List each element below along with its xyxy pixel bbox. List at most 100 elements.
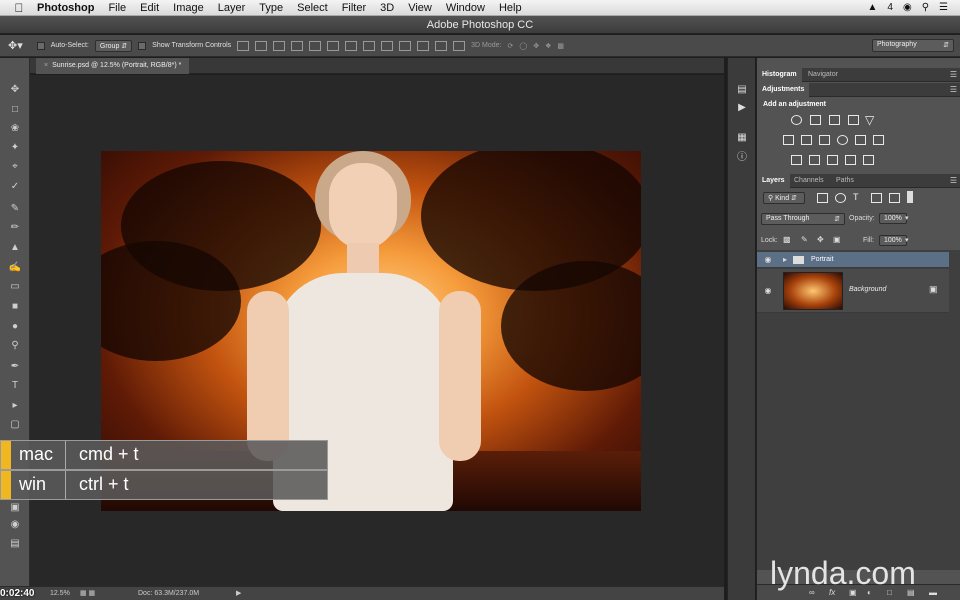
curves-icon[interactable] (829, 115, 840, 125)
auto-select-checkbox[interactable] (36, 41, 45, 50)
black-white-icon[interactable] (819, 135, 830, 145)
blend-mode-dropdown[interactable]: Pass Through ⇵ (761, 213, 845, 225)
filter-smart-object-icon[interactable] (889, 193, 900, 203)
filter-adjustment-icon[interactable] (835, 193, 846, 203)
distribute-top-icon[interactable] (345, 40, 358, 51)
3d-roll-icon[interactable]: ◯ (519, 42, 527, 50)
panel-menu-icon[interactable]: ☰ (950, 176, 957, 185)
path-select-tool-icon[interactable]: ▸ (5, 398, 25, 414)
expand-arrow-icon[interactable]: ▸ (783, 255, 787, 264)
menu-image[interactable]: Image (166, 0, 211, 16)
status-icon[interactable]: ▦ ▦ (80, 589, 95, 597)
panel-menu-icon[interactable]: ☰ (950, 85, 957, 94)
screen-mode-icon[interactable]: ▤ (5, 536, 25, 552)
visibility-eye-icon[interactable]: ◉ (763, 256, 773, 264)
align-middle-icon[interactable] (255, 40, 268, 51)
shape-tool-icon[interactable]: ▢ (5, 417, 25, 433)
workspace-dropdown[interactable]: Photography ⇵ (872, 39, 954, 52)
type-tool-icon[interactable]: T (5, 378, 25, 394)
align-top-icon[interactable] (237, 40, 250, 51)
stamp-tool-icon[interactable]: ▲ (5, 240, 25, 256)
menu-select[interactable]: Select (290, 0, 335, 16)
info-icon[interactable]: ⓘ (735, 152, 749, 164)
menu-help[interactable]: Help (492, 0, 529, 16)
menu-edit[interactable]: Edit (133, 0, 166, 16)
history-icon[interactable]: ▤ (735, 84, 749, 96)
auto-align-icon[interactable] (453, 40, 466, 51)
posterize-icon[interactable] (809, 155, 820, 165)
photo-filter-icon[interactable] (837, 135, 848, 145)
distribute-right-icon[interactable] (435, 40, 448, 51)
distribute-bottom-icon[interactable] (381, 40, 394, 51)
gradient-tool-icon[interactable]: ■ (5, 299, 25, 315)
opacity-field[interactable]: 100% (879, 213, 907, 224)
layer-filter-dropdown[interactable]: ⚲ Kind ⇵ (763, 192, 805, 204)
menu-window[interactable]: Window (439, 0, 492, 16)
marquee-tool-icon[interactable]: □ (5, 102, 25, 118)
layer-row-background[interactable]: ◉ Background ▣ (757, 269, 949, 313)
menu-filter[interactable]: Filter (335, 0, 373, 16)
tab-layers[interactable]: Layers (757, 174, 790, 188)
quick-mask-icon[interactable]: ◉ (5, 517, 25, 533)
lock-pixels-icon[interactable]: ✎ (801, 235, 808, 244)
move-tool-icon[interactable]: ✥▾ (8, 39, 23, 52)
list-icon[interactable]: ☰ (939, 2, 948, 13)
color-lookup-icon[interactable] (873, 135, 884, 145)
history-brush-tool-icon[interactable]: ✍ (5, 260, 25, 276)
search-icon[interactable]: ⚲ (922, 2, 929, 13)
hue-saturation-icon[interactable] (783, 135, 794, 145)
selective-color-icon[interactable] (845, 155, 856, 165)
brush-tool-icon[interactable]: ✏ (5, 220, 25, 236)
menu-type[interactable]: Type (252, 0, 290, 16)
filter-toggle[interactable] (907, 191, 913, 203)
healing-tool-icon[interactable]: ✎ (5, 201, 25, 217)
eraser-tool-icon[interactable]: ▭ (5, 279, 25, 295)
quick-select-tool-icon[interactable]: ✦ (5, 140, 25, 156)
menu-3d[interactable]: 3D (373, 0, 401, 16)
menu-app[interactable]: Photoshop (30, 0, 101, 16)
show-transform-checkbox[interactable] (138, 41, 147, 50)
levels-icon[interactable] (810, 115, 821, 125)
menu-file[interactable]: File (101, 0, 133, 16)
auto-select-dropdown[interactable]: Group ⇵ (94, 39, 133, 52)
lock-position-icon[interactable]: ✥ (817, 235, 824, 244)
align-right-icon[interactable] (327, 40, 340, 51)
trash-icon[interactable]: ▬ (929, 588, 937, 597)
adobe-icon[interactable]: ▲ (868, 2, 878, 13)
lock-transparent-icon[interactable]: ▩ (783, 235, 791, 244)
color-swatch-icon[interactable]: ▣ (5, 500, 25, 516)
document-tab[interactable]: × Sunrise.psd @ 12.5% (Portrait, RGB/8*) … (36, 58, 190, 74)
3d-drag-icon[interactable]: ✥ (533, 42, 539, 50)
menu-view[interactable]: View (401, 0, 439, 16)
invert-icon[interactable] (791, 155, 802, 165)
threshold-icon[interactable] (827, 155, 838, 165)
pen-tool-icon[interactable]: ✒ (5, 359, 25, 375)
gradient-map-icon[interactable] (863, 155, 874, 165)
zoom-level[interactable]: 12.5% (50, 590, 70, 597)
filter-shape-icon[interactable] (871, 193, 882, 203)
crop-tool-icon[interactable]: ⌖ (5, 159, 25, 175)
filter-type-icon[interactable]: T (853, 192, 859, 202)
opacity-slider-arrow-icon[interactable]: ▾ (905, 214, 909, 222)
eyedropper-tool-icon[interactable]: ✓ (5, 179, 25, 195)
layer-name[interactable]: Background (849, 286, 886, 293)
tab-channels[interactable]: Channels (789, 174, 829, 188)
layer-row-portrait[interactable]: ◉ ▸ Portrait (757, 252, 949, 268)
tab-adjustments[interactable]: Adjustments (757, 83, 810, 97)
fill-field[interactable]: 100% (879, 235, 907, 246)
distribute-middle-icon[interactable] (363, 40, 376, 51)
layer-name[interactable]: Portrait (811, 256, 834, 263)
tab-navigator[interactable]: Navigator (803, 68, 843, 82)
close-icon[interactable]: × (44, 62, 48, 69)
move-tool-icon[interactable]: ✥ (5, 82, 25, 98)
filter-pixel-icon[interactable] (817, 193, 828, 203)
menu-layer[interactable]: Layer (211, 0, 253, 16)
vibrance-icon[interactable]: ▽ (865, 113, 874, 127)
align-bottom-icon[interactable] (273, 40, 286, 51)
dodge-tool-icon[interactable]: ⚲ (5, 338, 25, 354)
properties-icon[interactable]: ▦ (735, 132, 749, 144)
exposure-icon[interactable] (848, 115, 859, 125)
visibility-eye-icon[interactable]: ◉ (763, 287, 773, 295)
canvas-area[interactable] (30, 75, 724, 586)
3d-scale-icon[interactable]: ▩ (557, 42, 564, 50)
